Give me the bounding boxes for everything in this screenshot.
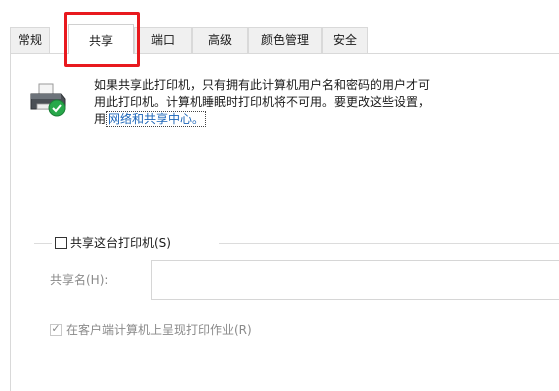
sharing-tab-highlight-box <box>64 12 140 67</box>
tab-general[interactable]: 常规 <box>10 27 50 53</box>
sharing-info-text: 如果共享此打印机，只有拥有此计算机用户名和密码的用户才可 用此打印机。计算机睡眠… <box>94 77 559 128</box>
group-border-right <box>219 243 559 244</box>
info-line-3-prefix: 用 <box>94 112 107 126</box>
render-jobs-label: 在客户端计算机上呈现打印作业(R) <box>66 323 252 337</box>
printer-shared-icon <box>30 83 66 117</box>
tab-security[interactable]: 安全 <box>322 27 368 53</box>
info-line-3: 用网络和共享中心。 <box>94 111 559 128</box>
tab-advanced[interactable]: 高级 <box>192 27 248 53</box>
share-printer-label: 共享这台打印机(S) <box>70 236 171 250</box>
group-border-left <box>34 243 52 244</box>
info-line-1: 如果共享此打印机，只有拥有此计算机用户名和密码的用户才可 <box>94 78 431 92</box>
network-sharing-center-link[interactable]: 网络和共享中心。 <box>106 111 207 127</box>
share-name-input[interactable] <box>151 260 559 300</box>
printer-properties-dialog: 常规 共享 端口 高级 颜色管理 安全 如果共享此打印机，只有拥有此计算机用户名… <box>0 0 559 391</box>
render-jobs-checkbox[interactable]: ✓ <box>50 322 62 336</box>
tab-ports[interactable]: 端口 <box>134 27 192 53</box>
share-name-label: 共享名(H): <box>50 273 109 287</box>
info-line-2: 用此打印机。计算机睡眠时打印机将不可用。要更改这些设置， <box>94 95 431 109</box>
tab-color-management[interactable]: 颜色管理 <box>248 27 322 53</box>
checkmark-icon: ✓ <box>51 322 61 335</box>
share-printer-checkbox[interactable] <box>55 237 67 249</box>
